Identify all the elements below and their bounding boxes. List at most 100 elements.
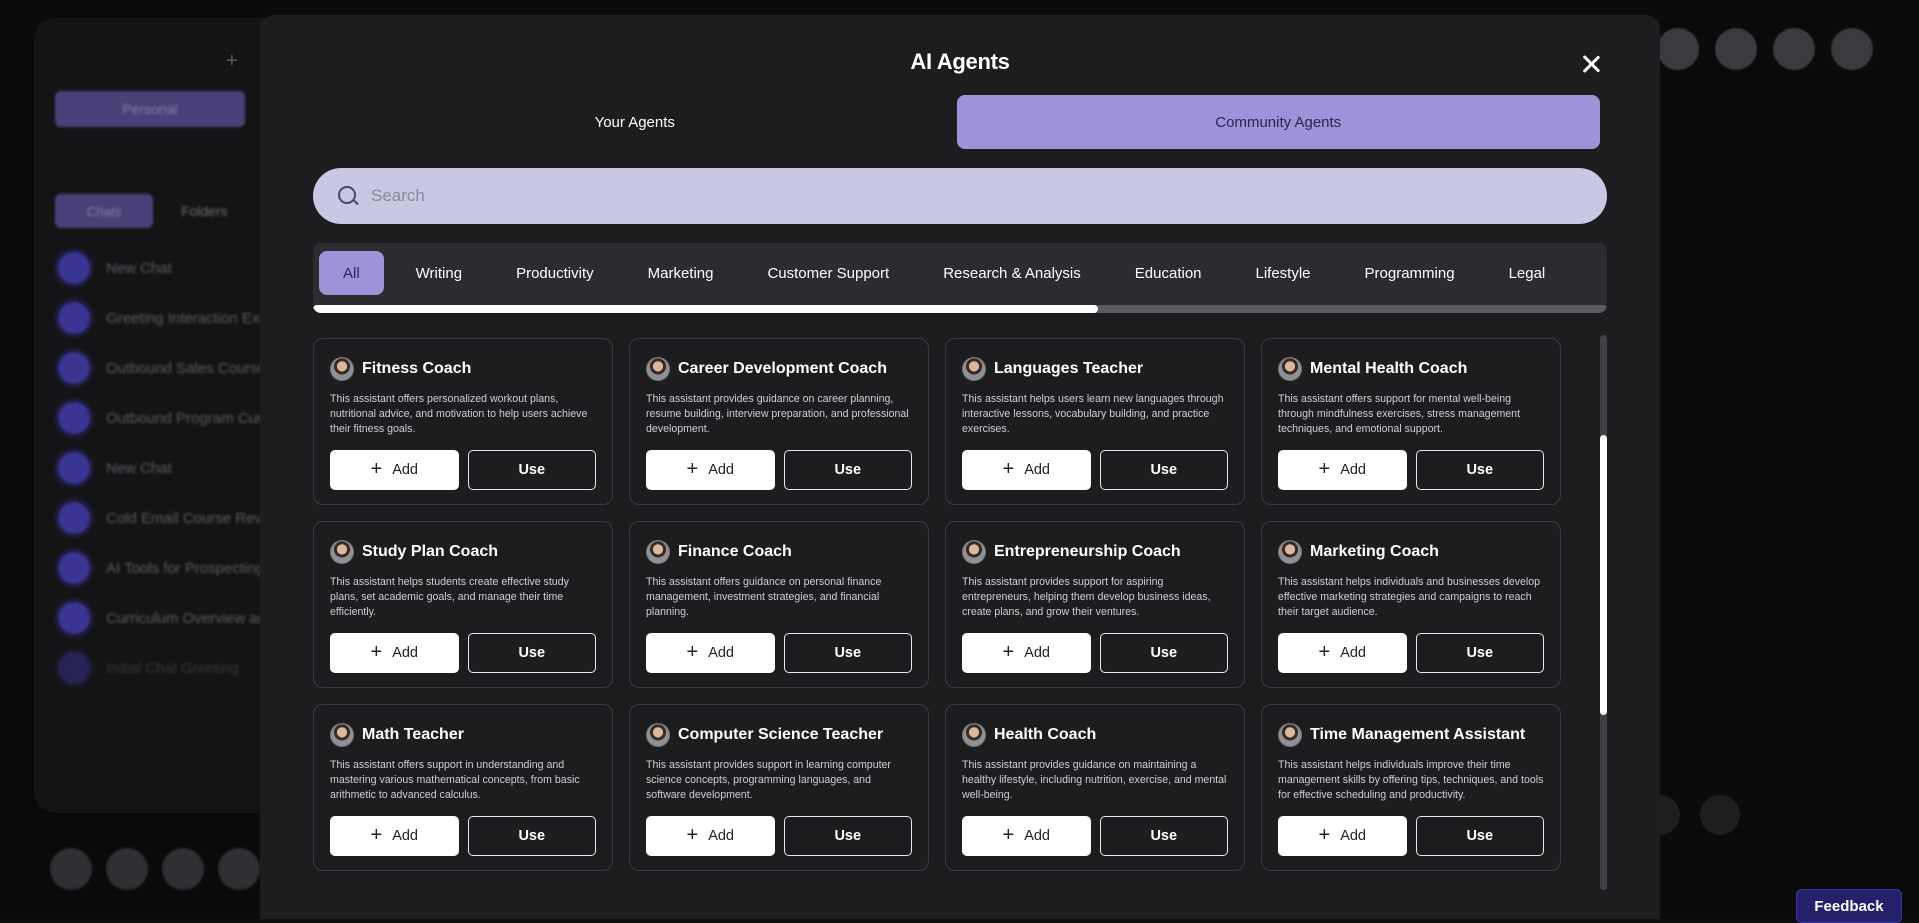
add-agent-button[interactable]: +Add bbox=[1278, 450, 1407, 490]
add-label: Add bbox=[1340, 828, 1366, 844]
agents-grid: Fitness CoachThis assistant offers perso… bbox=[313, 338, 1607, 871]
add-agent-button[interactable]: +Add bbox=[646, 816, 775, 856]
plus-icon: + bbox=[1319, 642, 1331, 662]
agent-card: Fitness CoachThis assistant offers perso… bbox=[313, 338, 613, 505]
category-scrollbar[interactable] bbox=[313, 305, 1607, 313]
agent-card-header: Entrepreneurship Coach bbox=[962, 540, 1228, 564]
use-agent-button[interactable]: Use bbox=[1416, 633, 1545, 673]
agent-description: This assistant provides guidance on care… bbox=[646, 392, 912, 438]
search-bar[interactable] bbox=[313, 168, 1607, 224]
agent-description: This assistant helps individuals improve… bbox=[1278, 758, 1544, 804]
category-bar: AllWritingProductivityMarketingCustomer … bbox=[313, 243, 1607, 313]
add-agent-button[interactable]: +Add bbox=[330, 816, 459, 856]
agent-description: This assistant provides support in learn… bbox=[646, 758, 912, 804]
agent-avatar-icon bbox=[330, 357, 354, 381]
add-agent-button[interactable]: +Add bbox=[1278, 816, 1407, 856]
category-tab-customer-support[interactable]: Customer Support bbox=[745, 251, 911, 295]
use-agent-button[interactable]: Use bbox=[1416, 816, 1545, 856]
add-agent-button[interactable]: +Add bbox=[646, 633, 775, 673]
agent-card-header: Math Teacher bbox=[330, 723, 596, 747]
agent-description: This assistant helps individuals and bus… bbox=[1278, 575, 1544, 621]
agent-name: Career Development Coach bbox=[678, 360, 887, 378]
agent-description: This assistant provides guidance on main… bbox=[962, 758, 1228, 804]
use-agent-button[interactable]: Use bbox=[468, 450, 597, 490]
agent-name: Entrepreneurship Coach bbox=[994, 543, 1181, 561]
agent-card: Health Coach This assistant provides guid… bbox=[945, 704, 1245, 871]
agent-actions: +AddUse bbox=[1278, 450, 1544, 490]
tab-your-agents[interactable]: Your Agents bbox=[313, 95, 957, 149]
agent-avatar-icon bbox=[962, 540, 986, 564]
category-scrollbar-thumb[interactable] bbox=[313, 305, 1098, 313]
use-agent-button[interactable]: Use bbox=[468, 633, 597, 673]
agent-card-header: Health Coach bbox=[962, 723, 1228, 747]
use-agent-button[interactable]: Use bbox=[1416, 450, 1545, 490]
add-agent-button[interactable]: + Add bbox=[330, 450, 459, 490]
agent-description: This assistant offers support for mental… bbox=[1278, 392, 1544, 438]
agent-actions: +AddUse bbox=[962, 450, 1228, 490]
agent-name: Computer Science Teacher bbox=[678, 726, 883, 744]
agent-card: Computer Science Teacher This assistant p… bbox=[629, 704, 929, 871]
use-agent-button[interactable]: Use bbox=[1100, 633, 1229, 673]
plus-icon: + bbox=[687, 825, 699, 845]
category-tab-all[interactable]: All bbox=[319, 251, 384, 295]
add-label: Add bbox=[1024, 645, 1050, 661]
agent-name: Finance Coach bbox=[678, 543, 792, 561]
agents-tab-switch: Your Agents Community Agents bbox=[313, 95, 1600, 149]
close-icon[interactable] bbox=[1578, 51, 1604, 77]
agent-card-header: Computer Science Teacher bbox=[646, 723, 912, 747]
plus-icon: + bbox=[1003, 459, 1015, 479]
agent-actions: +AddUse bbox=[1278, 816, 1544, 856]
agent-actions: +AddUse bbox=[646, 450, 912, 490]
agent-description: This assistant offers personalized worko… bbox=[330, 392, 596, 438]
category-tab-productivity[interactable]: Productivity bbox=[494, 251, 616, 295]
agent-actions: +AddUse bbox=[646, 816, 912, 856]
agent-card: Languages TeacherThis assistant helps us… bbox=[945, 338, 1245, 505]
use-agent-button[interactable]: Use bbox=[784, 633, 913, 673]
agent-avatar-icon bbox=[646, 723, 670, 747]
use-agent-button[interactable]: Use bbox=[1100, 816, 1229, 856]
add-label: Add bbox=[392, 645, 418, 661]
category-tab-marketing[interactable]: Marketing bbox=[626, 251, 736, 295]
agent-avatar-icon bbox=[646, 540, 670, 564]
search-input[interactable] bbox=[371, 186, 1571, 206]
agent-card: Study Plan CoachThis assistant helps stu… bbox=[313, 521, 613, 688]
add-agent-button[interactable]: +Add bbox=[962, 633, 1091, 673]
add-label: Add bbox=[1340, 462, 1366, 478]
category-tab-legal[interactable]: Legal bbox=[1487, 251, 1568, 295]
tab-community-agents[interactable]: Community Agents bbox=[957, 95, 1601, 149]
add-label: Add bbox=[392, 828, 418, 844]
use-agent-button[interactable]: Use bbox=[1100, 450, 1229, 490]
feedback-button[interactable]: Feedback bbox=[1796, 889, 1902, 923]
agent-card-header: Marketing Coach bbox=[1278, 540, 1544, 564]
category-tab-writing[interactable]: Writing bbox=[394, 251, 484, 295]
agent-avatar-icon bbox=[646, 357, 670, 381]
plus-icon: + bbox=[1003, 825, 1015, 845]
agent-name: Mental Health Coach bbox=[1310, 360, 1467, 378]
add-label: Add bbox=[708, 645, 734, 661]
add-label: Add bbox=[1024, 828, 1050, 844]
agent-card-header: Languages Teacher bbox=[962, 357, 1228, 381]
agents-grid-container: Fitness CoachThis assistant offers perso… bbox=[313, 338, 1607, 888]
agent-avatar-icon bbox=[1278, 540, 1302, 564]
plus-icon: + bbox=[371, 459, 383, 479]
use-agent-button[interactable]: Use bbox=[784, 450, 913, 490]
add-agent-button[interactable]: +Add bbox=[1278, 633, 1407, 673]
agents-scrollbar[interactable] bbox=[1600, 335, 1607, 890]
agent-actions: +AddUse bbox=[646, 633, 912, 673]
category-tab-programming[interactable]: Programming bbox=[1343, 251, 1477, 295]
add-label: Add bbox=[392, 462, 418, 478]
ai-agents-modal: AI Agents Your Agents Community Agents A… bbox=[260, 15, 1660, 919]
add-agent-button[interactable]: +Add bbox=[646, 450, 775, 490]
use-agent-button[interactable]: Use bbox=[784, 816, 913, 856]
category-tab-education[interactable]: Education bbox=[1113, 251, 1224, 295]
category-tab-lifestyle[interactable]: Lifestyle bbox=[1234, 251, 1333, 295]
agent-card: Career Development Coach This assistant p… bbox=[629, 338, 929, 505]
agent-avatar-icon bbox=[962, 723, 986, 747]
category-tab-research-analysis[interactable]: Research & Analysis bbox=[921, 251, 1103, 295]
agent-actions: + Add Use bbox=[330, 450, 596, 490]
use-agent-button[interactable]: Use bbox=[468, 816, 597, 856]
add-agent-button[interactable]: +Add bbox=[330, 633, 459, 673]
agents-scrollbar-thumb[interactable] bbox=[1600, 435, 1607, 715]
add-agent-button[interactable]: +Add bbox=[962, 450, 1091, 490]
add-agent-button[interactable]: + Add bbox=[962, 816, 1091, 856]
